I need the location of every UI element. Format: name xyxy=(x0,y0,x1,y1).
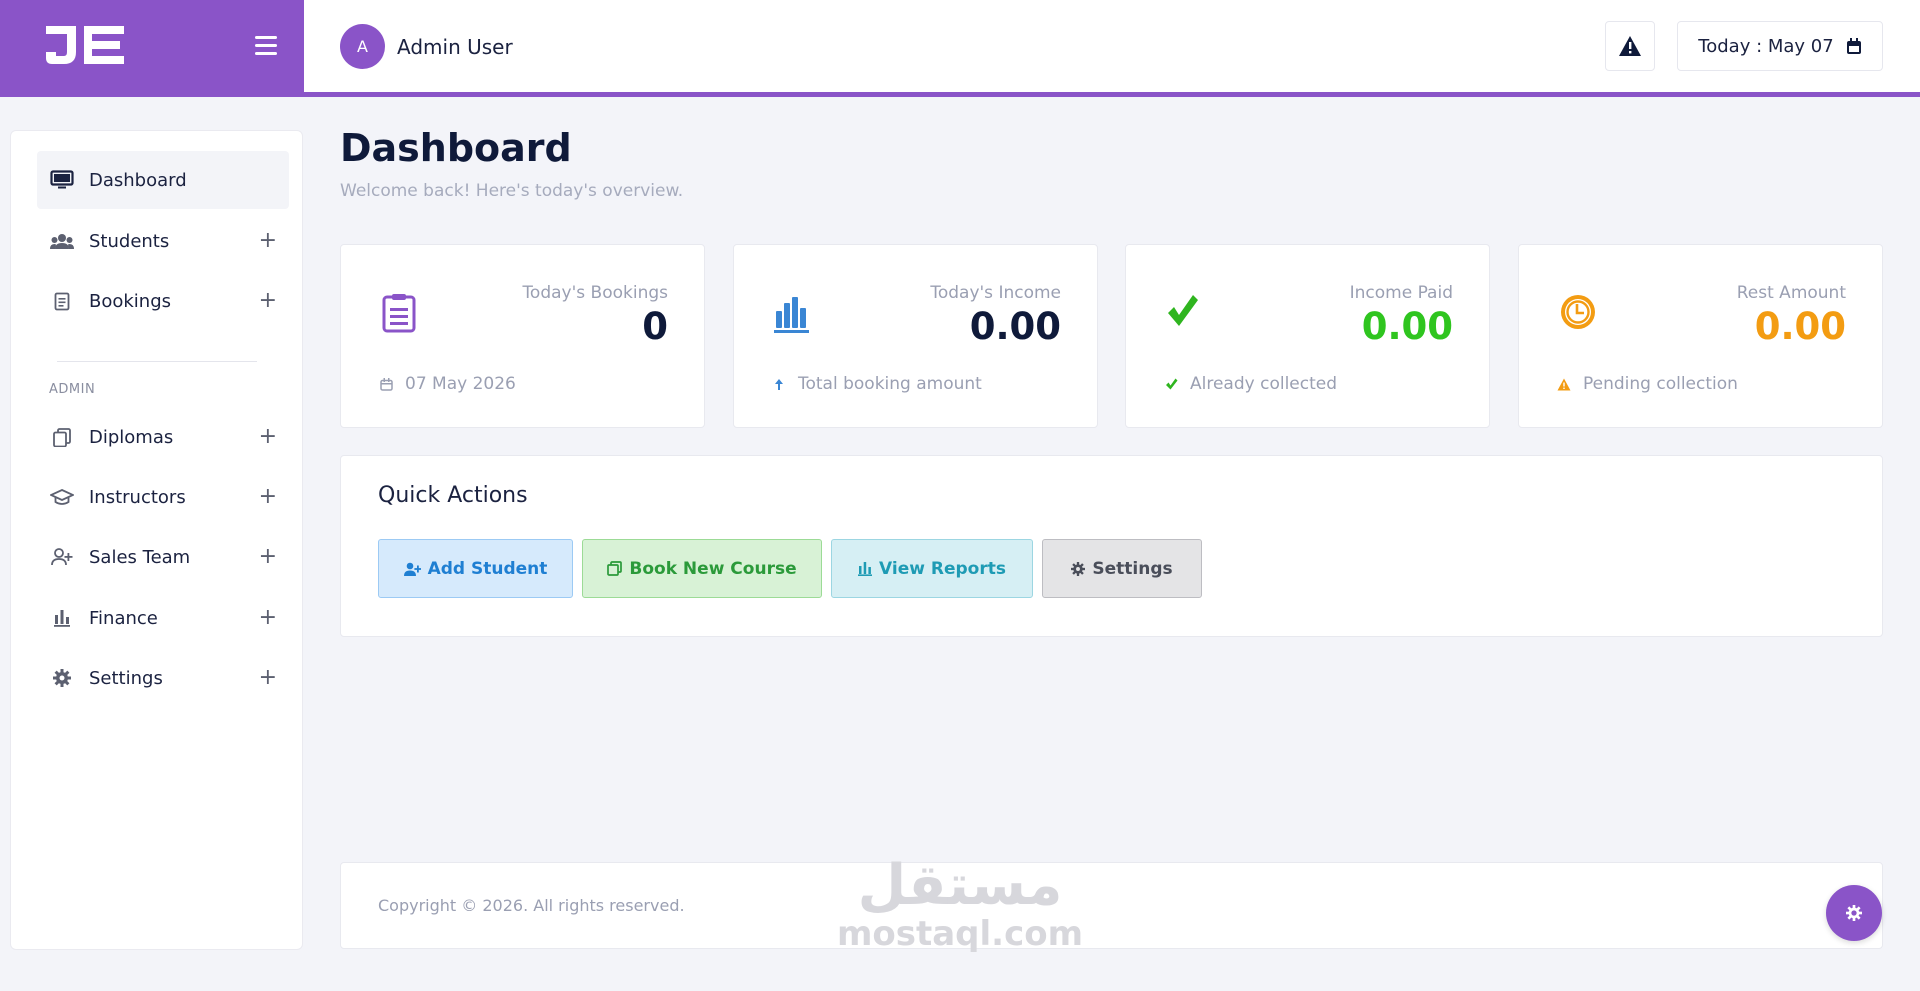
sidebar-item-diplomas[interactable]: Diplomas + xyxy=(37,408,289,466)
expand-icon[interactable]: + xyxy=(259,486,277,508)
sidebar-item-settings[interactable]: Settings + xyxy=(37,649,289,707)
settings-fab-button[interactable] xyxy=(1826,885,1882,941)
stat-label: Rest Amount xyxy=(1736,283,1846,303)
sidebar-item-bookings[interactable]: Bookings + xyxy=(37,272,289,330)
watermark-arabic: مستقل xyxy=(857,853,1063,918)
sidebar-divider xyxy=(57,361,257,362)
stat-footer-text: Pending collection xyxy=(1583,374,1738,394)
user-profile[interactable]: A Admin User xyxy=(340,24,513,69)
top-bar: A Admin User Today : May 07 xyxy=(0,0,1920,97)
stat-label: Income Paid xyxy=(1349,283,1453,303)
alert-button[interactable] xyxy=(1605,21,1655,71)
user-name: Admin User xyxy=(397,34,513,59)
expand-icon[interactable]: + xyxy=(259,546,277,568)
stat-value: 0.00 xyxy=(1361,305,1453,348)
clock-icon xyxy=(1559,293,1597,335)
expand-icon[interactable]: + xyxy=(259,667,277,689)
clipboard-icon xyxy=(381,293,417,337)
sidebar-item-dashboard[interactable]: Dashboard xyxy=(37,151,289,209)
gear-icon xyxy=(1071,561,1086,576)
sidebar-item-students[interactable]: Students + xyxy=(37,212,289,270)
sidebar-item-finance[interactable]: Finance + xyxy=(37,589,289,647)
watermark: مستقل mostaql.com xyxy=(835,853,1085,954)
sidebar-item-sales-team[interactable]: Sales Team + xyxy=(37,528,289,586)
sidebar-item-instructors[interactable]: Instructors + xyxy=(37,468,289,526)
stat-footer-text: Already collected xyxy=(1190,374,1338,394)
stat-footer: Total booking amount xyxy=(772,374,982,394)
expand-icon[interactable]: + xyxy=(259,607,277,629)
sidebar-item-label: Sales Team xyxy=(89,546,191,568)
sidebar-item-label: Dashboard xyxy=(89,169,187,191)
stat-card-bookings: Today's Bookings 0 07 May 2026 xyxy=(340,244,705,428)
stat-card-income: Today's Income 0.00 Total booking amount xyxy=(733,244,1098,428)
footer: Copyright © 2026. All rights reserved. xyxy=(340,862,1883,949)
section-label-admin: ADMIN xyxy=(49,382,96,397)
user-plus-icon xyxy=(403,562,421,576)
users-icon xyxy=(49,233,75,249)
menu-toggle-button[interactable] xyxy=(255,36,277,56)
copy-icon xyxy=(49,427,75,447)
stat-label: Today's Bookings xyxy=(522,283,668,303)
stat-card-rest-amount: Rest Amount 0.00 Pending collection xyxy=(1518,244,1883,428)
bar-chart-icon xyxy=(774,293,810,337)
stat-value: 0.00 xyxy=(969,305,1061,348)
watermark-latin: mostaql.com xyxy=(836,914,1084,954)
user-plus-icon xyxy=(49,548,75,566)
stat-value: 0 xyxy=(642,305,668,348)
stat-footer-text: 07 May 2026 xyxy=(405,374,516,394)
logo-icon[interactable] xyxy=(44,22,126,68)
stat-value: 0.00 xyxy=(1754,305,1846,348)
avatar[interactable]: A xyxy=(340,24,385,69)
sidebar-item-label: Instructors xyxy=(89,486,186,508)
stat-label: Today's Income xyxy=(930,283,1061,303)
gear-icon xyxy=(1846,905,1862,921)
graduation-cap-icon xyxy=(49,489,75,505)
stat-footer: 07 May 2026 xyxy=(379,374,516,394)
monitor-icon xyxy=(49,170,75,190)
arrow-up-icon xyxy=(772,378,786,391)
brand-area xyxy=(0,0,304,97)
gear-icon xyxy=(49,669,75,687)
warning-icon xyxy=(1619,36,1641,56)
sidebar-item-label: Bookings xyxy=(89,290,172,312)
copyright-text: Copyright © 2026. All rights reserved. xyxy=(378,896,685,915)
check-icon xyxy=(1164,378,1178,390)
copy-icon xyxy=(607,561,623,576)
quick-actions-title: Quick Actions xyxy=(378,483,528,508)
add-student-button[interactable]: Add Student xyxy=(378,539,573,598)
book-new-course-button[interactable]: Book New Course xyxy=(582,539,822,598)
date-label: Today : May 07 xyxy=(1698,35,1834,57)
expand-icon[interactable]: + xyxy=(259,290,277,312)
stat-footer-text: Total booking amount xyxy=(798,374,982,394)
expand-icon[interactable]: + xyxy=(259,426,277,448)
check-icon xyxy=(1166,293,1200,333)
calendar-icon xyxy=(379,377,393,391)
sidebar: Dashboard Students + Bookings + ADMIN Di… xyxy=(10,130,303,950)
stat-card-income-paid: Income Paid 0.00 Already collected xyxy=(1125,244,1490,428)
sidebar-item-label: Diplomas xyxy=(89,426,174,448)
bar-chart-icon xyxy=(858,562,873,576)
button-label: Settings xyxy=(1092,558,1173,579)
sidebar-item-label: Finance xyxy=(89,607,158,629)
clipboard-icon xyxy=(49,292,75,311)
quick-actions-panel: Quick Actions Add Student Book New Cours… xyxy=(340,455,1883,637)
calendar-icon xyxy=(1846,37,1861,54)
stat-footer: Already collected xyxy=(1164,374,1337,394)
button-label: Add Student xyxy=(427,558,548,579)
sidebar-item-label: Settings xyxy=(89,667,163,689)
page-subtitle: Welcome back! Here's today's overview. xyxy=(340,181,684,201)
button-label: View Reports xyxy=(879,558,1006,579)
stat-footer: Pending collection xyxy=(1557,374,1738,394)
button-label: Book New Course xyxy=(629,558,797,579)
settings-button[interactable]: Settings xyxy=(1042,539,1202,598)
warning-icon xyxy=(1557,378,1571,391)
sidebar-item-label: Students xyxy=(89,230,170,252)
expand-icon[interactable]: + xyxy=(259,230,277,252)
bar-chart-icon xyxy=(49,609,75,627)
date-picker-button[interactable]: Today : May 07 xyxy=(1677,21,1883,71)
page-title: Dashboard xyxy=(340,126,572,170)
view-reports-button[interactable]: View Reports xyxy=(831,539,1033,598)
